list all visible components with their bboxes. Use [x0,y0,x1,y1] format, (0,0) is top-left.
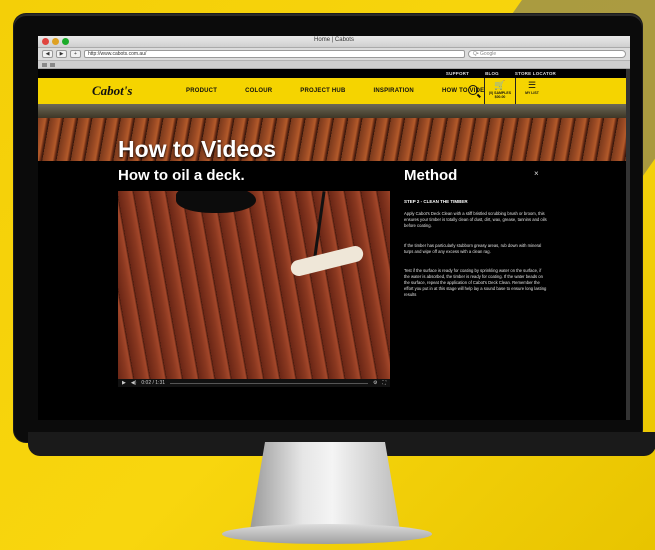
utility-link-support[interactable]: SUPPORT [446,71,469,76]
close-icon[interactable]: × [534,169,539,178]
nav-project-hub[interactable]: PROJECT HUB [300,88,345,94]
browser-window: Home | Cabots ◀ ▶ + http://www.cabots.co… [38,36,630,420]
monitor-base [222,524,432,544]
my-list-button[interactable]: ☰ MY LIST [516,78,548,104]
my-list-label: MY LIST [525,91,539,95]
method-title: Method [404,167,458,184]
grid-icon[interactable] [50,62,55,67]
bookmarks-bar [38,61,630,69]
book-icon[interactable] [42,62,47,67]
video-frame-shoe [176,191,256,213]
back-button[interactable]: ◀ [42,50,53,58]
hero-banner: How to Videos [38,104,630,161]
brand-logo[interactable]: Cabot's [92,83,172,99]
window-title: Home | Cabots [314,37,354,43]
video-frame-pole [313,191,326,257]
utility-link-store-locator[interactable]: STORE LOCATOR [515,71,556,76]
video-progress-bar[interactable] [170,382,368,384]
address-bar[interactable]: http://www.cabots.com.au/ [84,50,465,58]
scrollbar[interactable] [626,69,630,420]
cart-total: $00.00 [494,95,506,99]
step-heading: STEP 2 - CLEAN THE TIMBER [404,199,468,204]
utility-nav: SUPPORT BLOG STORE LOCATOR [38,69,630,78]
nav-inspiration[interactable]: INSPIRATION [374,88,414,94]
page-title: How to Videos [118,136,277,161]
monitor-stand [250,442,400,530]
title-bar: Home | Cabots [38,36,630,48]
method-paragraph: If the timber has particularly stubborn … [404,243,542,254]
add-bookmark-button[interactable]: + [70,50,81,58]
cart-icon: 🛒 [494,80,506,90]
website: SUPPORT BLOG STORE LOCATOR Cabot's PRODU… [38,69,630,420]
forward-button[interactable]: ▶ [56,50,67,58]
nav-product[interactable]: PRODUCT [186,88,217,94]
video-frame-roller [289,244,365,278]
nav-colour[interactable]: COLOUR [245,88,272,94]
hero-background [38,104,630,118]
main-nav: Cabot's PRODUCT COLOUR PROJECT HUB INSPI… [38,78,630,104]
play-icon[interactable]: ▶ [122,380,126,386]
browser-toolbar: ◀ ▶ + http://www.cabots.com.au/ Q• Googl… [38,48,630,61]
method-paragraph: Test if the surface is ready for coating… [404,268,547,297]
video-modal: How to oil a deck. ▶ ◀) 0:02 / 1:31 ⚙ ⛶ … [38,161,630,420]
search-icon[interactable] [468,85,478,95]
monitor-bezel: Home | Cabots ◀ ▶ + http://www.cabots.co… [14,14,655,456]
video-time: 0:02 / 1:31 [141,380,166,386]
video-controls: ▶ ◀) 0:02 / 1:31 ⚙ ⛶ [118,379,390,387]
search-field[interactable]: Q• Google [468,50,626,58]
volume-icon[interactable]: ◀) [131,380,137,386]
utility-link-blog[interactable]: BLOG [485,71,499,76]
video-player[interactable] [118,191,390,379]
method-paragraph: Apply Cabot's Deck Clean with a stiff br… [404,211,547,228]
samples-cart-button[interactable]: 🛒 (0) SAMPLES $00.00 [484,78,516,104]
fullscreen-icon[interactable]: ⛶ [382,380,386,386]
video-title: How to oil a deck. [118,167,245,184]
settings-icon[interactable]: ⚙ [373,380,377,386]
list-icon: ☰ [527,80,537,90]
